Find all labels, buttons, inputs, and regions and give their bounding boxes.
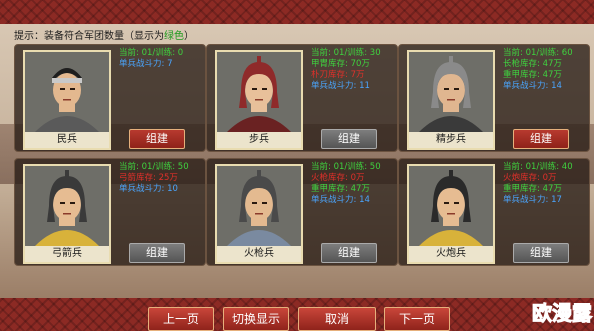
unit-stat-line: 火炮库存: 0万 [503,173,557,183]
unit-card: 步兵 当前: 01/训练: 30 甲胄库存: 70万 朴刀库存: 7万 单兵战斗力: 1… [206,44,398,152]
toggle-display-button[interactable]: 切换显示 [223,307,289,331]
unit-stat-line: 单兵战斗力: 7 [119,59,173,69]
unit-stat-line: 重甲库存: 47万 [503,70,562,80]
unit-name: 民兵 [25,132,109,148]
unit-stat-line: 单兵战斗力: 14 [503,81,562,91]
unit-stats: 当前: 01/训练: 40 火炮库存: 0万 重甲库存: 47万 单兵战斗力: 17 [503,162,589,206]
unit-stats: 当前: 01/训练: 30 甲胄库存: 70万 朴刀库存: 7万 单兵战斗力: 11 [311,48,397,92]
unit-name: 火炮兵 [409,246,493,262]
unit-stat-line: 重甲库存: 47万 [311,184,370,194]
unit-name: 火枪兵 [217,246,301,262]
build-button[interactable]: 组建 [321,243,377,263]
unit-stat-line: 单兵战斗力: 11 [311,81,370,91]
build-button[interactable]: 组建 [321,129,377,149]
unit-card: 火枪兵 当前: 01/训练: 50 火枪库存: 0万 重甲库存: 47万 单兵战斗力: … [206,158,398,266]
unit-name: 步兵 [217,132,301,148]
unit-stat-line: 单兵战斗力: 14 [311,195,370,205]
unit-portrait[interactable]: 火枪兵 [215,164,303,264]
build-button[interactable]: 组建 [513,129,569,149]
unit-stat-line: 当前: 01/训练: 40 [503,162,573,172]
unit-portrait[interactable]: 弓箭兵 [23,164,111,264]
unit-card: 精步兵 当前: 01/训练: 60 长枪库存: 47万 重甲库存: 47万 单兵战斗力:… [398,44,590,152]
unit-stats: 当前: 01/训练: 50 火枪库存: 0万 重甲库存: 47万 单兵战斗力: 14 [311,162,397,206]
unit-stat-line: 单兵战斗力: 17 [503,195,562,205]
soldier-portrait-art [409,166,493,246]
prev-page-button[interactable]: 上一页 [148,307,214,331]
cancel-button[interactable]: 取消 [298,307,376,331]
next-page-button[interactable]: 下一页 [384,307,450,331]
soldier-portrait-art [217,166,301,246]
hint-prefix: 提示：装备符合军团数量（显示为 [14,30,164,42]
unit-stat-line: 甲胄库存: 70万 [311,59,370,69]
unit-stat-line: 火枪库存: 0万 [311,173,365,183]
build-button[interactable]: 组建 [513,243,569,263]
equipment-hint: 提示：装备符合军团数量（显示为 绿色） [14,26,194,42]
unit-stat-line: 当前: 01/训练: 50 [119,162,189,172]
soldier-portrait-art [25,166,109,246]
unit-stat-line: 弓箭库存: 25万 [119,173,178,183]
soldier-portrait-art [25,52,109,132]
unit-stats: 当前: 01/训练: 0 单兵战斗力: 7 [119,48,205,70]
soldier-portrait-art [217,52,301,132]
build-button[interactable]: 组建 [129,129,185,149]
bottom-banner [0,298,594,331]
unit-stats: 当前: 01/训练: 50 弓箭库存: 25万 单兵战斗力: 10 [119,162,205,195]
unit-portrait[interactable]: 步兵 [215,50,303,150]
unit-stat-line: 当前: 01/训练: 0 [119,48,184,58]
unit-stat-line: 单兵战斗力: 10 [119,184,178,194]
unit-name: 弓箭兵 [25,246,109,262]
unit-portrait[interactable]: 精步兵 [407,50,495,150]
top-banner [0,0,594,26]
unit-stat-line: 朴刀库存: 7万 [311,70,365,80]
unit-stat-line: 当前: 01/训练: 30 [311,48,381,58]
unit-stat-line: 长枪库存: 47万 [503,59,562,69]
unit-stats: 当前: 01/训练: 60 长枪库存: 47万 重甲库存: 47万 单兵战斗力: 14 [503,48,589,92]
unit-name: 精步兵 [409,132,493,148]
build-button[interactable]: 组建 [129,243,185,263]
unit-stat-line: 重甲库存: 47万 [503,184,562,194]
unit-card: 民兵 当前: 01/训练: 0 单兵战斗力: 7 组建 [14,44,206,152]
unit-stat-line: 当前: 01/训练: 60 [503,48,573,58]
unit-card: 火炮兵 当前: 01/训练: 40 火炮库存: 0万 重甲库存: 47万 单兵战斗力: … [398,158,590,266]
unit-portrait[interactable]: 民兵 [23,50,111,150]
hint-suffix: ） [184,30,194,42]
hint-green-word: 绿色 [164,30,184,42]
unit-stat-line: 当前: 01/训练: 50 [311,162,381,172]
watermark-logo: 欧漫露 [532,301,593,326]
soldier-portrait-art [409,52,493,132]
unit-card: 弓箭兵 当前: 01/训练: 50 弓箭库存: 25万 单兵战斗力: 10 组建 [14,158,206,266]
unit-portrait[interactable]: 火炮兵 [407,164,495,264]
